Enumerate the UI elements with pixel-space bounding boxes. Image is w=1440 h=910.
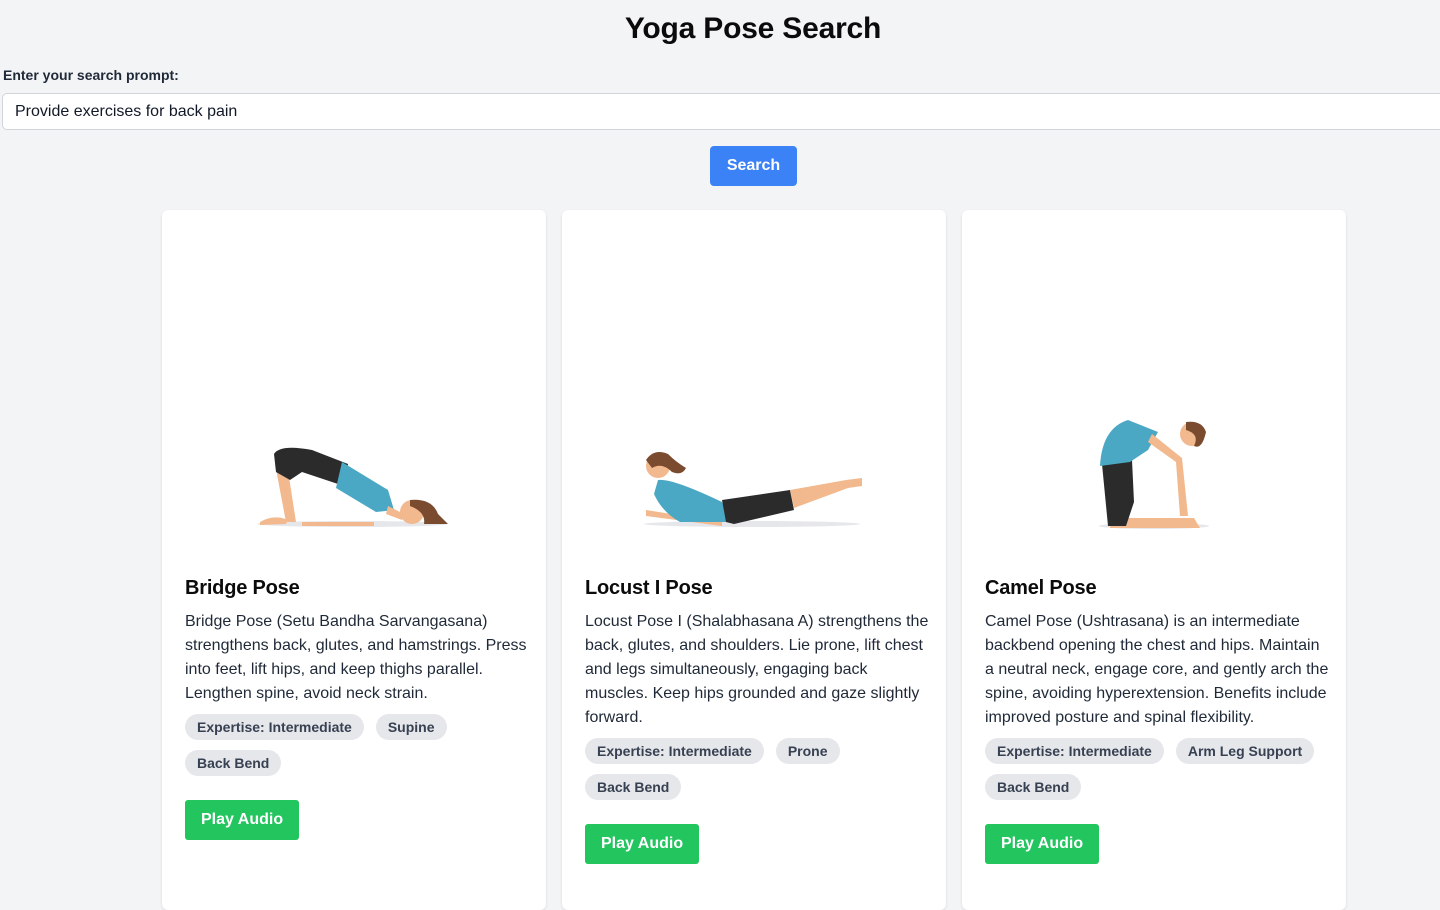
card-description: Bridge Pose (Setu Bandha Sarvangasana) s… (185, 613, 527, 702)
tag-position: Arm Leg Support (1175, 738, 1315, 764)
bridge-pose-illustration (162, 210, 546, 566)
tag-position: Prone (775, 738, 840, 764)
play-audio-button[interactable]: Play Audio (185, 800, 300, 840)
tag-category: Back Bend (585, 774, 682, 800)
tag-expertise: Expertise: Intermediate (585, 738, 764, 764)
card-title: Bridge Pose (185, 577, 300, 599)
card-title: Camel Pose (985, 577, 1097, 599)
camel-pose-illustration (962, 210, 1346, 566)
search-input[interactable] (2, 93, 1440, 130)
tag-list: Expertise: Intermediate Prone Back Bend (585, 738, 930, 800)
play-audio-button[interactable]: Play Audio (585, 824, 700, 864)
search-prompt-label: Enter your search prompt: (3, 67, 179, 83)
tag-category: Back Bend (985, 774, 1082, 800)
page-title: Yoga Pose Search (624, 12, 882, 45)
tag-list: Expertise: Intermediate Supine Back Bend (185, 714, 530, 776)
search-button[interactable]: Search (710, 146, 797, 186)
card-description: Locust Pose I (Shalabhasana A) strengthe… (585, 613, 929, 726)
result-card-locust-pose: Locust I Pose Locust Pose I (Shalabhasan… (562, 210, 946, 910)
tag-category: Back Bend (185, 750, 282, 776)
tag-expertise: Expertise: Intermediate (185, 714, 364, 740)
tag-position: Supine (375, 714, 447, 740)
card-title: Locust I Pose (585, 577, 713, 599)
tag-list: Expertise: Intermediate Arm Leg Support … (985, 738, 1330, 800)
card-description: Camel Pose (Ushtrasana) is an intermedia… (985, 613, 1329, 726)
result-card-bridge-pose: Bridge Pose Bridge Pose (Setu Bandha Sar… (162, 210, 546, 910)
play-audio-button[interactable]: Play Audio (985, 824, 1100, 864)
tag-expertise: Expertise: Intermediate (985, 738, 1164, 764)
result-card-camel-pose: Camel Pose Camel Pose (Ushtrasana) is an… (962, 210, 1346, 910)
locust-pose-illustration (562, 210, 946, 566)
